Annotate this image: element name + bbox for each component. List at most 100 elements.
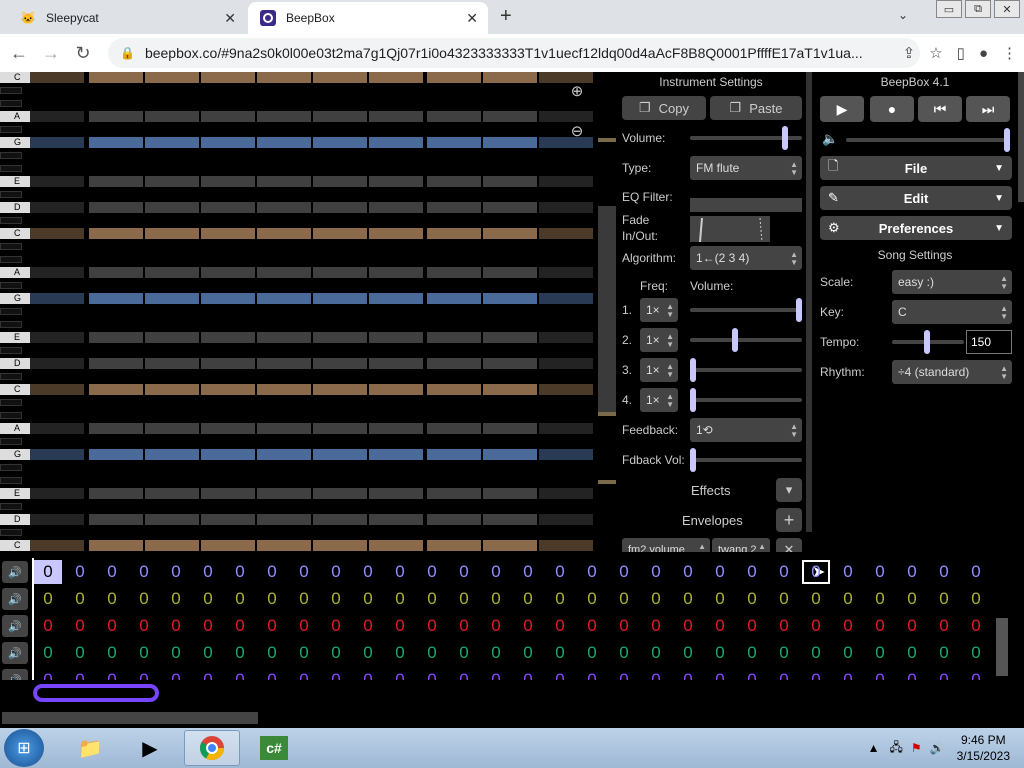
new-tab-button[interactable]: + xyxy=(500,5,512,28)
track-pattern-cell[interactable]: 0 xyxy=(416,640,448,666)
pattern-cell[interactable] xyxy=(427,228,481,239)
pattern-cell[interactable] xyxy=(201,540,255,551)
pattern-cell[interactable] xyxy=(483,176,537,187)
pattern-row-bar[interactable] xyxy=(30,202,596,213)
track-pattern-cell[interactable]: 0 xyxy=(192,586,224,612)
pattern-cell[interactable] xyxy=(30,72,84,83)
pattern-row-bar[interactable] xyxy=(30,111,596,122)
track-row[interactable]: 🔊000000000000000000000000000000 xyxy=(0,667,1000,680)
track-pattern-cell[interactable]: 0 xyxy=(736,640,768,666)
pattern-cell[interactable] xyxy=(89,137,143,148)
pattern-cell[interactable] xyxy=(201,72,255,83)
track-pattern-cell[interactable]: 0 xyxy=(704,559,736,585)
track-pattern-cell[interactable]: 0 xyxy=(160,613,192,639)
pattern-cell[interactable] xyxy=(539,111,593,122)
pattern-cell[interactable] xyxy=(89,423,143,434)
pattern-cell[interactable] xyxy=(369,358,423,369)
track-pattern-cell[interactable]: 0 xyxy=(256,613,288,639)
close-icon[interactable]: ✕ xyxy=(224,10,236,27)
pattern-cell[interactable] xyxy=(145,176,199,187)
zoom-in-icon[interactable]: ⊕ xyxy=(566,82,588,104)
track-pattern-cell[interactable]: 0 xyxy=(32,640,64,666)
copy-button[interactable]: ❐ Copy xyxy=(622,96,706,120)
file-menu[interactable]: 🗋 File ▼ xyxy=(820,156,1012,180)
piano-row[interactable]: A xyxy=(0,267,596,278)
pattern-cell[interactable] xyxy=(145,514,199,525)
track-pattern-cell[interactable]: 0 xyxy=(864,667,896,680)
loop-region-handle[interactable] xyxy=(33,684,159,702)
track-pattern-cell[interactable]: 0 xyxy=(320,640,352,666)
track-pattern-cell[interactable]: 0 xyxy=(800,586,832,612)
pattern-cell[interactable] xyxy=(483,137,537,148)
pattern-cell[interactable] xyxy=(369,111,423,122)
track-pattern-cell[interactable]: 0 xyxy=(480,667,512,680)
track-pattern-cell[interactable]: 0 xyxy=(256,559,288,585)
piano-row[interactable]: D xyxy=(0,202,596,213)
pattern-cell[interactable] xyxy=(145,423,199,434)
track-pattern-cell[interactable]: 0 xyxy=(448,640,480,666)
track-pattern-cell[interactable]: 0 xyxy=(768,586,800,612)
track-pattern-cell[interactable]: 0 xyxy=(864,613,896,639)
track-pattern-cell[interactable]: 0 xyxy=(256,667,288,680)
track-pattern-cell[interactable]: 0 xyxy=(224,559,256,585)
pattern-cell[interactable] xyxy=(539,384,593,395)
track-pattern-cell[interactable]: 0 xyxy=(256,640,288,666)
pattern-cell[interactable] xyxy=(369,72,423,83)
piano-row[interactable]: G xyxy=(0,293,596,304)
pattern-cell[interactable] xyxy=(539,202,593,213)
chrome-icon[interactable] xyxy=(184,730,240,766)
pattern-cell[interactable] xyxy=(539,228,593,239)
pattern-cell[interactable] xyxy=(89,384,143,395)
track-pattern-cell[interactable]: 0 xyxy=(320,559,352,585)
track-pattern-cell[interactable]: 0 xyxy=(928,667,960,680)
track-pattern-cell[interactable]: 0 xyxy=(288,559,320,585)
address-bar[interactable]: 🔒 beepbox.co/#9na2s0k0l00e03t2ma7g1Qj07r… xyxy=(108,38,920,68)
track-pattern-cell[interactable]: 0 xyxy=(544,613,576,639)
track-pattern-cell[interactable]: 0 xyxy=(672,667,704,680)
pattern-cell[interactable] xyxy=(257,137,311,148)
track-pattern-cell[interactable]: 0 xyxy=(448,613,480,639)
media-player-icon[interactable]: ▶ xyxy=(122,730,178,766)
track-pattern-cell[interactable]: 0 xyxy=(544,559,576,585)
remove-envelope-icon[interactable]: ✕ xyxy=(776,538,802,552)
pattern-cell[interactable] xyxy=(313,423,367,434)
piano-row[interactable]: E xyxy=(0,332,596,343)
network-icon[interactable]: 🖧 xyxy=(890,738,903,759)
track-pattern-cell[interactable]: 0 xyxy=(928,586,960,612)
pattern-cell[interactable] xyxy=(145,358,199,369)
horizontal-scrollbar[interactable] xyxy=(2,712,258,724)
track-pattern-cell[interactable]: 0 xyxy=(704,613,736,639)
pattern-cell[interactable] xyxy=(30,176,84,187)
pattern-cell[interactable] xyxy=(483,111,537,122)
track-pattern-cell[interactable]: 0 xyxy=(352,586,384,612)
track-pattern-cell[interactable]: 0 xyxy=(64,640,96,666)
pattern-cell[interactable] xyxy=(539,267,593,278)
sidebar-icon[interactable]: ▯ xyxy=(957,44,965,62)
pattern-cell[interactable] xyxy=(427,449,481,460)
track-pattern-cell[interactable]: 0 xyxy=(128,559,160,585)
pattern-cell[interactable] xyxy=(89,228,143,239)
track-pattern-cell[interactable]: 0 xyxy=(352,667,384,680)
reload-icon[interactable]: ↻ xyxy=(70,43,96,64)
track-pattern-cell[interactable]: 0 xyxy=(352,613,384,639)
pattern-cell[interactable] xyxy=(369,267,423,278)
track-pattern-cell[interactable]: 0 xyxy=(288,667,320,680)
pattern-cell[interactable] xyxy=(257,488,311,499)
pattern-cell[interactable] xyxy=(539,449,593,460)
track-pattern-cell[interactable]: 0 xyxy=(416,613,448,639)
track-mute-speaker-icon[interactable]: 🔊 xyxy=(2,615,28,637)
pattern-cell[interactable] xyxy=(257,111,311,122)
rhythm-select[interactable]: ÷4 (standard) ▲ ▼ xyxy=(892,360,1012,384)
track-pattern-cell[interactable]: 0 xyxy=(608,640,640,666)
pattern-cell[interactable] xyxy=(539,358,593,369)
track-mute-speaker-icon[interactable]: 🔊 xyxy=(2,561,28,583)
pattern-cell[interactable] xyxy=(30,540,84,551)
track-pattern-cell[interactable]: 0 xyxy=(32,559,64,585)
track-pattern-cell[interactable]: 0 xyxy=(768,640,800,666)
pattern-cell[interactable] xyxy=(313,228,367,239)
track-pattern-cell[interactable]: 0 xyxy=(832,613,864,639)
track-pattern-cell[interactable]: 0 xyxy=(608,559,640,585)
track-pattern-cell[interactable]: 0 xyxy=(832,586,864,612)
pattern-row-bar[interactable] xyxy=(30,358,596,369)
pattern-cell[interactable] xyxy=(483,202,537,213)
